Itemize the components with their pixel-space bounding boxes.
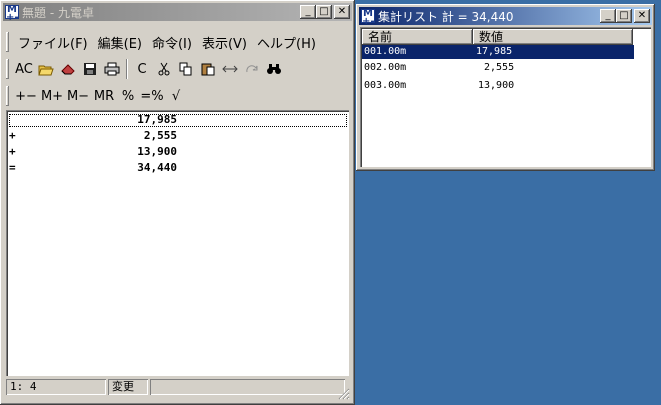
open-folder-icon[interactable] — [35, 58, 57, 80]
status-position: 1: 4 — [6, 379, 106, 395]
eraser-icon[interactable] — [57, 58, 79, 80]
list-titlebar[interactable]: M +- 集計リスト 計 = 34,440 _ □ ✕ — [359, 7, 652, 27]
function-toolbar-grip[interactable] — [6, 86, 9, 106]
menu-help[interactable]: ヘルプ(H) — [252, 33, 321, 52]
list-app-icon[interactable]: M +- — [361, 9, 375, 27]
copy-icon[interactable] — [175, 58, 197, 80]
current-line-focus — [9, 114, 347, 127]
list-window-title: 集計リスト 計 = 34,440 — [378, 9, 514, 24]
memory-recall-button[interactable]: MR — [91, 85, 117, 107]
list-item[interactable]: 001.00m 17,985 — [362, 45, 634, 59]
swap-arrows-icon[interactable] — [219, 58, 241, 80]
list-header: 名前 数値 — [362, 29, 633, 45]
equals-percent-button[interactable]: =% — [139, 85, 165, 107]
square-root-button[interactable]: √ — [165, 85, 187, 107]
column-header-name[interactable]: 名前 — [362, 29, 473, 45]
list-item[interactable]: 002.00m 2,555 — [362, 61, 634, 75]
status-modified: 変更 — [108, 379, 148, 395]
menubar-grip[interactable] — [6, 32, 9, 52]
calc-titlebar[interactable]: M +- 無題 - 九電卓 _ □ ✕ — [3, 3, 352, 23]
column-header-value[interactable]: 数値 — [473, 29, 633, 45]
menu-command[interactable]: 命令(I) — [147, 33, 197, 52]
paste-icon[interactable] — [197, 58, 219, 80]
memory-add-button[interactable]: M+ — [39, 85, 65, 107]
close-button[interactable]: ✕ — [334, 5, 350, 19]
memory-subtract-button[interactable]: M− — [65, 85, 91, 107]
sign-toggle-button[interactable]: +− — [13, 85, 39, 107]
menu-view[interactable]: 表示(V) — [197, 33, 252, 52]
menu-file[interactable]: ファイル(F) — [13, 33, 93, 52]
print-icon[interactable] — [101, 58, 123, 80]
redo-arrow-icon[interactable] — [241, 58, 263, 80]
list-close-button[interactable]: ✕ — [634, 9, 650, 23]
toolbar-separator — [126, 59, 128, 79]
clear-button[interactable]: C — [131, 58, 153, 80]
toolbar-grip[interactable] — [6, 59, 9, 79]
list-item[interactable]: 003.00m 13,900 — [362, 79, 634, 93]
menu-bar: ファイル(F) 編集(E) 命令(I) 表示(V) ヘルプ(H) — [4, 30, 349, 54]
list-maximize-button[interactable]: □ — [616, 9, 632, 23]
list-minimize-button[interactable]: _ — [600, 9, 616, 23]
list-window: M +- 集計リスト 計 = 34,440 _ □ ✕ 名前 数値 001.00m… — [356, 4, 655, 171]
save-disk-icon[interactable] — [79, 58, 101, 80]
status-bar: 1: 4 変更 — [6, 379, 349, 395]
all-clear-button[interactable]: AC — [13, 58, 35, 80]
minimize-button[interactable]: _ — [300, 5, 316, 19]
find-binoculars-icon[interactable] — [263, 58, 285, 80]
calc-window-title: 無題 - 九電卓 — [22, 5, 94, 20]
app-icon[interactable]: M +- — [5, 5, 19, 23]
resize-grip-icon[interactable] — [338, 388, 350, 400]
calc-tape[interactable]: 17,985 + 2,555 + 13,900 = 34,440 — [6, 110, 349, 376]
main-toolbar: AC C — [4, 57, 285, 81]
cut-scissors-icon[interactable] — [153, 58, 175, 80]
maximize-button[interactable]: □ — [316, 5, 332, 19]
summary-listview[interactable]: 名前 数値 001.00m 17,985 002.00m 2,555 003.0… — [360, 27, 651, 167]
function-toolbar: +− M+ M− MR % =% √ — [4, 84, 187, 108]
percent-button[interactable]: % — [117, 85, 139, 107]
calc-window: M +- 無題 - 九電卓 _ □ ✕ ファイル(F) 編集(E) 命令(I) 表… — [0, 0, 355, 405]
menu-edit[interactable]: 編集(E) — [93, 33, 147, 52]
status-empty-pane — [150, 379, 345, 395]
